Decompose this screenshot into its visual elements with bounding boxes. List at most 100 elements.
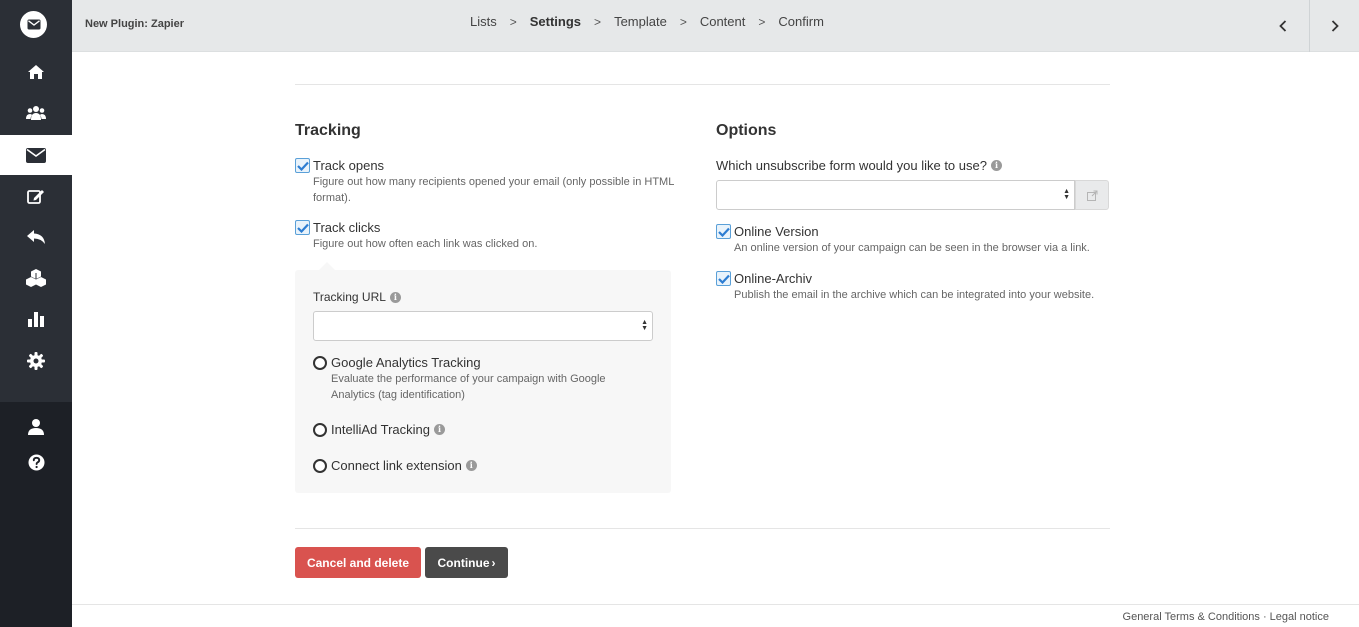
bar-chart-icon (28, 311, 44, 327)
help-line: format). (313, 192, 351, 204)
online-archiv-label[interactable]: Online-Archiv (734, 271, 812, 286)
track-clicks-row[interactable]: Track clicks (295, 220, 380, 235)
online-archiv-checkbox[interactable] (716, 271, 731, 286)
nav-settings[interactable] (0, 341, 72, 381)
google-analytics-option[interactable]: Google Analytics Tracking (313, 355, 481, 370)
step-separator: > (509, 14, 517, 29)
help-line: Analytics (tag identification) (331, 389, 465, 401)
google-analytics-label[interactable]: Google Analytics Tracking (331, 355, 481, 370)
top-bar: New Plugin: Zapier Lists > Settings > Te… (72, 0, 1359, 52)
tracking-heading: Tracking (295, 122, 361, 139)
track-opens-help: Figure out how many recipients opened yo… (313, 174, 674, 206)
next-step-button[interactable] (1309, 0, 1359, 52)
wizard-steps: Lists > Settings > Template > Content > … (470, 14, 824, 29)
sidebar (0, 0, 72, 627)
external-link-icon (1086, 190, 1097, 201)
unsubscribe-form-select[interactable]: ▲ ▼ (716, 180, 1075, 210)
help-line: Figure out how many recipients opened yo… (313, 176, 675, 188)
gear-icon (27, 352, 45, 370)
info-icon[interactable]: i (434, 424, 445, 435)
online-archiv-row[interactable]: Online-Archiv (716, 271, 812, 286)
envelope-logo-icon (27, 19, 40, 30)
checkmark-icon (296, 223, 309, 233)
page-title: New Plugin: Zapier (85, 18, 185, 30)
footer-separator: · (1259, 611, 1270, 623)
help-line: Evaluate the performance of your campaig… (331, 373, 606, 385)
info-icon[interactable]: i (465, 460, 477, 471)
legal-notice-link[interactable]: Legal notice (1270, 611, 1329, 623)
step-separator: > (594, 14, 602, 29)
nav-users[interactable] (0, 93, 72, 133)
intelliad-radio[interactable] (313, 422, 327, 437)
connect-link-radio[interactable] (313, 458, 327, 473)
home-icon (28, 65, 44, 79)
nav-reports[interactable] (0, 299, 72, 339)
previous-step-button[interactable] (1258, 0, 1308, 52)
tracking-url-label-row: Tracking URL i (313, 290, 401, 304)
chevron-right-icon: › (491, 555, 496, 570)
chevron-left-icon (1279, 20, 1287, 32)
nav-help[interactable] (0, 442, 72, 482)
intelliad-option[interactable]: IntelliAd Tracking i (313, 422, 445, 437)
footer-divider (72, 604, 1359, 605)
nav-reply[interactable] (0, 217, 72, 257)
chevron-right-icon (1331, 20, 1339, 32)
online-version-help: An online version of your campaign can b… (734, 242, 1090, 254)
track-clicks-checkbox[interactable] (295, 220, 310, 235)
cancel-and-delete-button[interactable]: Cancel and delete (295, 547, 421, 578)
select-arrows-icon: ▲ ▼ (641, 319, 648, 332)
connect-link-option[interactable]: Connect link extension i (313, 458, 477, 473)
footer: General Terms & Conditions · Legal notic… (1123, 611, 1329, 623)
online-archiv-help: Publish the email in the archive which c… (734, 289, 1095, 301)
step-separator: > (679, 14, 687, 29)
info-icon[interactable]: i (389, 291, 401, 303)
step-separator: > (758, 14, 766, 29)
app-logo[interactable] (20, 11, 47, 38)
track-clicks-label[interactable]: Track clicks (313, 220, 380, 235)
step-settings[interactable]: Settings (530, 14, 581, 29)
nav-account[interactable] (0, 406, 72, 446)
continue-button[interactable]: Continue › (425, 547, 508, 578)
step-content[interactable]: Content (700, 14, 746, 29)
nav-campaigns[interactable] (0, 135, 72, 175)
open-form-button[interactable] (1075, 180, 1109, 210)
online-version-row[interactable]: Online Version (716, 224, 819, 239)
nav-plugins[interactable] (0, 258, 72, 298)
track-opens-checkbox[interactable] (295, 158, 310, 173)
unsubscribe-label-row: Which unsubscribe form would you like to… (716, 158, 1002, 173)
checkmark-icon (717, 274, 730, 284)
checkmark-icon (717, 227, 730, 237)
help-icon (28, 454, 44, 470)
edit-icon (27, 189, 44, 204)
unsubscribe-label: Which unsubscribe form would you like to… (716, 158, 987, 173)
cubes-icon (26, 269, 46, 287)
continue-label: Continue (437, 555, 490, 570)
google-analytics-help: Evaluate the performance of your campaig… (331, 371, 606, 403)
info-icon[interactable]: i (990, 160, 1002, 171)
divider (295, 84, 1110, 85)
google-analytics-radio[interactable] (313, 355, 327, 370)
users-icon (26, 106, 46, 120)
options-heading: Options (716, 122, 777, 139)
online-version-checkbox[interactable] (716, 224, 731, 239)
connect-link-label[interactable]: Connect link extension (331, 458, 462, 473)
track-opens-label[interactable]: Track opens (313, 158, 384, 173)
track-opens-row[interactable]: Track opens (295, 158, 384, 173)
intelliad-label-row[interactable]: IntelliAd Tracking i (331, 422, 445, 437)
step-lists[interactable]: Lists (470, 14, 497, 29)
checkmark-icon (296, 161, 309, 171)
user-icon (28, 418, 44, 435)
tracking-url-select[interactable]: ▲ ▼ (313, 311, 653, 341)
connect-link-label-row[interactable]: Connect link extension i (331, 458, 477, 473)
terms-link[interactable]: General Terms & Conditions (1123, 611, 1260, 623)
select-arrows-icon: ▲ ▼ (1063, 188, 1070, 201)
intelliad-label[interactable]: IntelliAd Tracking (331, 422, 430, 437)
sidebar-bottom (0, 402, 72, 627)
envelope-icon (26, 147, 46, 163)
nav-home[interactable] (0, 52, 72, 92)
online-version-label[interactable]: Online Version (734, 224, 819, 239)
reply-icon (27, 230, 45, 244)
step-confirm[interactable]: Confirm (778, 14, 824, 29)
step-template[interactable]: Template (614, 14, 667, 29)
nav-edit[interactable] (0, 176, 72, 216)
